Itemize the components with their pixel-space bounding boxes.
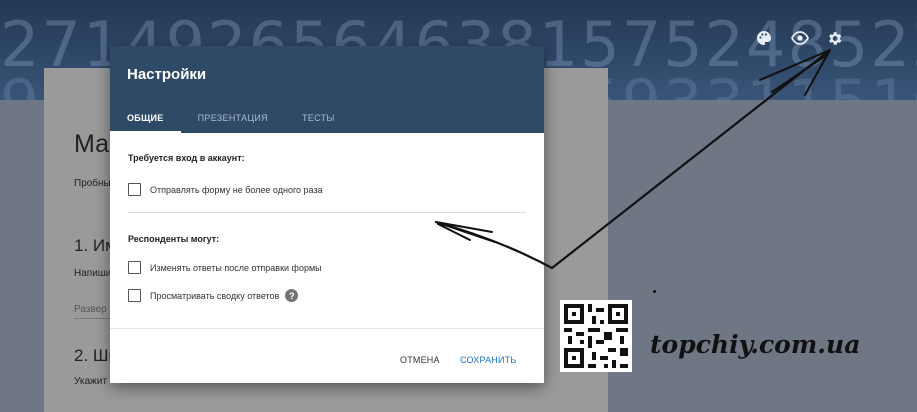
settings-dialog: Настройки ОБЩИЕ ПРЕЗЕНТАЦИЯ ТЕСТЫ Требуе… (110, 46, 544, 383)
edit-after-submit-label: Изменять ответы после отправки формы (150, 262, 322, 273)
settings-tabs: ОБЩИЕ ПРЕЗЕНТАЦИЯ ТЕСТЫ (110, 103, 352, 133)
see-summary-checkbox[interactable] (128, 289, 141, 302)
form-title: Ма (74, 130, 110, 158)
edit-after-submit-checkbox[interactable] (128, 261, 141, 274)
limit-one-response-option[interactable]: Отправлять форму не более одного раза (128, 183, 323, 196)
sign-in-required-label: Требуется вход в аккаунт: (128, 153, 245, 163)
save-button[interactable]: СОХРАНИТЬ (460, 355, 516, 365)
form-description: Пробны (74, 178, 111, 189)
background-right-area (608, 100, 917, 412)
question-2-hint: Укажит (74, 376, 107, 387)
watermark-text: topchiy.com.ua (650, 330, 861, 359)
tab-general[interactable]: ОБЩИЕ (110, 103, 181, 133)
tab-presentation[interactable]: ПРЕЗЕНТАЦИЯ (181, 103, 285, 133)
question-1-answer-placeholder: Развер (74, 304, 107, 315)
see-summary-label: Просматривать сводку ответов (150, 290, 280, 301)
help-icon[interactable]: ? (285, 289, 299, 302)
dialog-title: Настройки (127, 66, 207, 83)
answer-underline (74, 318, 114, 319)
question-1-hint: Напиши (74, 268, 112, 279)
eye-icon[interactable] (789, 27, 811, 49)
annotation-dot (653, 290, 656, 293)
limit-one-response-label: Отправлять форму не более одного раза (150, 184, 323, 195)
footer-divider (110, 328, 544, 329)
respondents-can-label: Респонденты могут: (128, 234, 220, 244)
tab-quizzes[interactable]: ТЕСТЫ (285, 103, 352, 133)
section-divider (128, 212, 526, 213)
gear-icon[interactable] (823, 27, 845, 49)
see-summary-option[interactable]: Просматривать сводку ответов ? (128, 289, 299, 302)
palette-icon[interactable] (753, 27, 775, 49)
cancel-button[interactable]: ОТМЕНА (400, 355, 440, 365)
dialog-header: Настройки ОБЩИЕ ПРЕЗЕНТАЦИЯ ТЕСТЫ (110, 46, 544, 133)
limit-one-response-checkbox[interactable] (128, 183, 141, 196)
edit-after-submit-option[interactable]: Изменять ответы после отправки формы (128, 261, 322, 274)
qr-code-image (560, 300, 632, 372)
